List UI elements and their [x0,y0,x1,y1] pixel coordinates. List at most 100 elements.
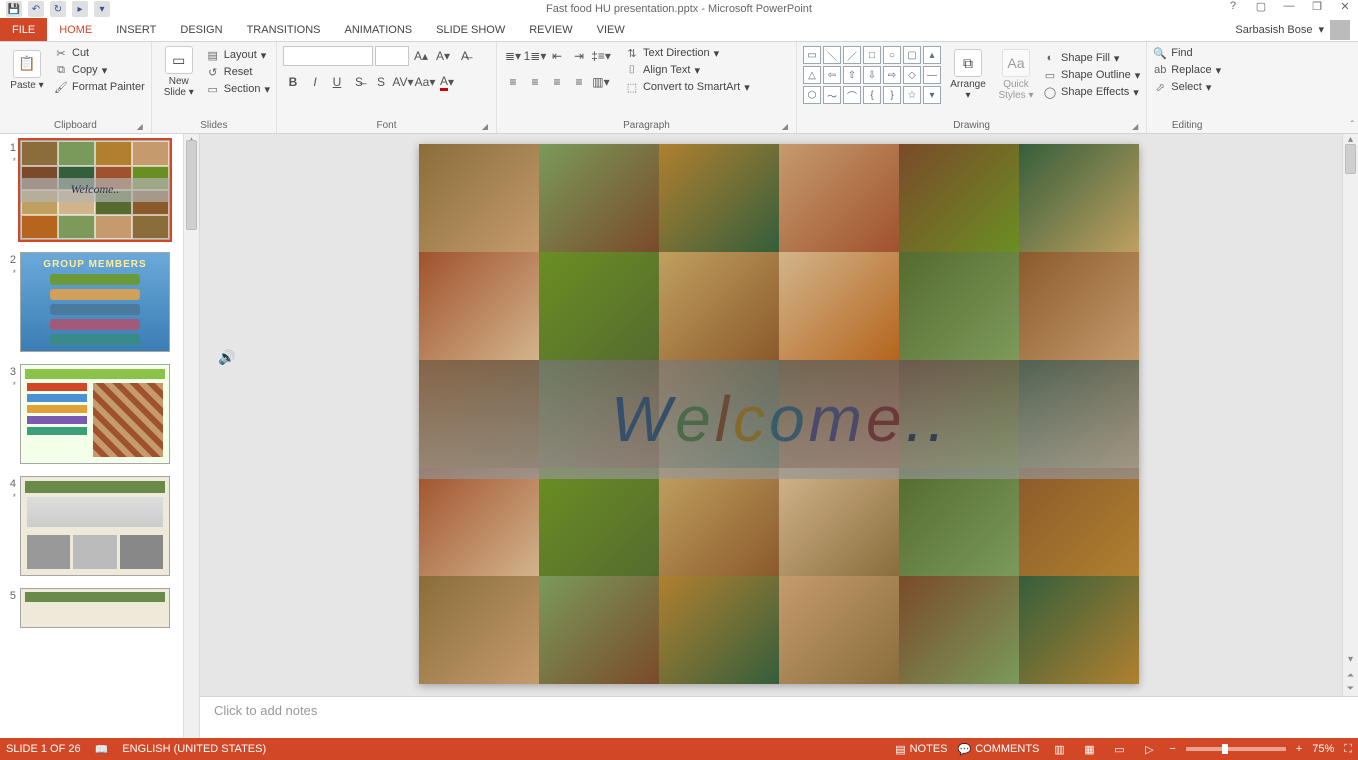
editor-scrollbar[interactable]: ▴ ▾ ⏶ ⏷ [1342,134,1358,696]
undo-icon[interactable]: ↶ [28,1,44,17]
tab-slideshow[interactable]: SLIDE SHOW [424,18,517,41]
align-center-button[interactable]: ≡ [525,72,545,92]
tab-view[interactable]: VIEW [585,18,637,41]
section-button[interactable]: ▭Section ▾ [206,82,270,96]
qat-customize-icon[interactable]: ▾ [94,1,110,17]
collapse-ribbon-icon[interactable]: ˆ [1351,120,1354,131]
shape-effects-button[interactable]: ◯Shape Effects ▾ [1043,85,1140,99]
zoom-in-button[interactable]: + [1296,743,1302,755]
clear-formatting-button[interactable]: A̶ [455,46,475,66]
shape-outline-button[interactable]: ▭Shape Outline ▾ [1043,68,1140,82]
shapes-gallery[interactable]: ▭＼／□○▢▴ △⇦⇧⇩⇨◇— ⬡〜⌒{}☆▾ [803,46,941,104]
shape-star-icon[interactable]: ☆ [903,86,921,104]
columns-button[interactable]: ▥▾ [591,72,611,92]
numbering-button[interactable]: 1≣▾ [525,46,545,66]
justify-button[interactable]: ≡ [569,72,589,92]
slide-thumbnail-1[interactable]: Welcome.. [20,140,170,240]
shape-more-up-icon[interactable]: ▴ [923,46,941,64]
shadow-button[interactable]: S [371,72,391,92]
scrollbar-thumb[interactable] [1345,144,1356,174]
grow-font-button[interactable]: A▴ [411,46,431,66]
tab-animations[interactable]: ANIMATIONS [333,18,425,41]
shape-curve-icon[interactable]: 〜 [823,86,841,104]
shape-hex-icon[interactable]: ⬡ [803,86,821,104]
slideshow-view-button[interactable]: ▷ [1139,741,1159,757]
zoom-level[interactable]: 75% [1312,743,1334,755]
convert-smartart-button[interactable]: ⬚Convert to SmartArt ▾ [625,80,750,94]
slide-thumbnail-4[interactable] [20,476,170,576]
line-spacing-button[interactable]: ‡≡▾ [591,46,611,66]
notes-toggle[interactable]: ▤NOTES [895,743,947,756]
underline-button[interactable]: U [327,72,347,92]
align-right-button[interactable]: ≡ [547,72,567,92]
fit-to-window-button[interactable]: ⛶ [1344,743,1352,756]
tab-insert[interactable]: INSERT [104,18,168,41]
spellcheck-icon[interactable]: 📖 [95,743,109,756]
bullets-button[interactable]: ≣▾ [503,46,523,66]
shape-line2-icon[interactable]: ／ [843,46,861,64]
cut-button[interactable]: ✂Cut [54,46,145,60]
tab-file[interactable]: FILE [0,18,47,41]
paragraph-launcher-icon[interactable]: ◢ [782,122,788,131]
language-indicator[interactable]: ENGLISH (UNITED STATES) [122,743,266,755]
reset-button[interactable]: ↺Reset [206,65,270,79]
tab-design[interactable]: DESIGN [168,18,234,41]
ribbon-display-icon[interactable]: ▢ [1252,0,1270,13]
char-spacing-button[interactable]: AV▾ [393,72,413,92]
format-painter-button[interactable]: 🖌Format Painter [54,80,145,94]
shape-triangle-icon[interactable]: △ [803,66,821,84]
shape-brace-r-icon[interactable]: } [883,86,901,104]
shape-fill-button[interactable]: ◐Shape Fill ▾ [1043,51,1140,65]
zoom-slider[interactable] [1186,747,1286,751]
drawing-launcher-icon[interactable]: ◢ [1132,122,1138,131]
scrollbar-thumb[interactable] [186,140,197,230]
shape-brace-l-icon[interactable]: { [863,86,881,104]
audio-icon[interactable]: 🔊 [218,349,234,365]
shape-oval-icon[interactable]: ○ [883,46,901,64]
comments-toggle[interactable]: 💬COMMENTS [958,743,1040,756]
copy-button[interactable]: ⧉Copy ▾ [54,63,145,77]
clipboard-launcher-icon[interactable]: ◢ [137,122,143,131]
font-color-button[interactable]: A▾ [437,72,457,92]
notes-pane[interactable]: Click to add notes [200,696,1358,738]
slide-canvas[interactable]: Welcome.. [419,144,1139,684]
italic-button[interactable]: I [305,72,325,92]
shape-arrow-d-icon[interactable]: ⇩ [863,66,881,84]
zoom-out-button[interactable]: − [1169,743,1175,755]
find-button[interactable]: 🔍Find [1153,46,1221,60]
font-launcher-icon[interactable]: ◢ [482,122,488,131]
replace-button[interactable]: abReplace ▾ [1153,63,1221,77]
reading-view-button[interactable]: ▭ [1109,741,1129,757]
tab-transitions[interactable]: TRANSITIONS [235,18,333,41]
shape-arrow-l-icon[interactable]: ⇦ [823,66,841,84]
font-size-input[interactable] [375,46,409,66]
quick-styles-button[interactable]: Aa QuickStyles ▾ [995,46,1037,104]
slide-thumbnail-3[interactable] [20,364,170,464]
decrease-indent-button[interactable]: ⇤ [547,46,567,66]
minimize-icon[interactable]: — [1280,0,1298,13]
paste-button[interactable]: 📋 Paste ▾ [6,46,48,94]
shape-square-icon[interactable]: □ [863,46,881,64]
align-left-button[interactable]: ≡ [503,72,523,92]
shape-more-mid-icon[interactable]: — [923,66,941,84]
layout-button[interactable]: ▤Layout ▾ [206,48,270,62]
thumbnail-scrollbar[interactable]: ▴ [183,134,199,738]
tab-review[interactable]: REVIEW [517,18,584,41]
increase-indent-button[interactable]: ⇥ [569,46,589,66]
slide-counter[interactable]: SLIDE 1 OF 26 [6,743,81,755]
shape-more-dn-icon[interactable]: ▾ [923,86,941,104]
zoom-knob[interactable] [1222,744,1228,754]
shape-roundrect-icon[interactable]: ▢ [903,46,921,64]
slide-thumbnail-2[interactable]: GROUP MEMBERS [20,252,170,352]
text-direction-button[interactable]: ⇅Text Direction ▾ [625,46,750,60]
arrange-button[interactable]: ⧉ Arrange ▾ [947,46,989,104]
shape-rect-icon[interactable]: ▭ [803,46,821,64]
redo-icon[interactable]: ↻ [50,1,66,17]
tab-home[interactable]: HOME [47,18,104,41]
bold-button[interactable]: B [283,72,303,92]
close-icon[interactable]: ✕ [1336,0,1354,13]
shape-arc-icon[interactable]: ⌒ [843,86,861,104]
font-name-input[interactable] [283,46,373,66]
select-button[interactable]: ⬀Select ▾ [1153,80,1221,94]
account-menu[interactable]: Sarbasish Bose ▾ [1235,18,1358,41]
